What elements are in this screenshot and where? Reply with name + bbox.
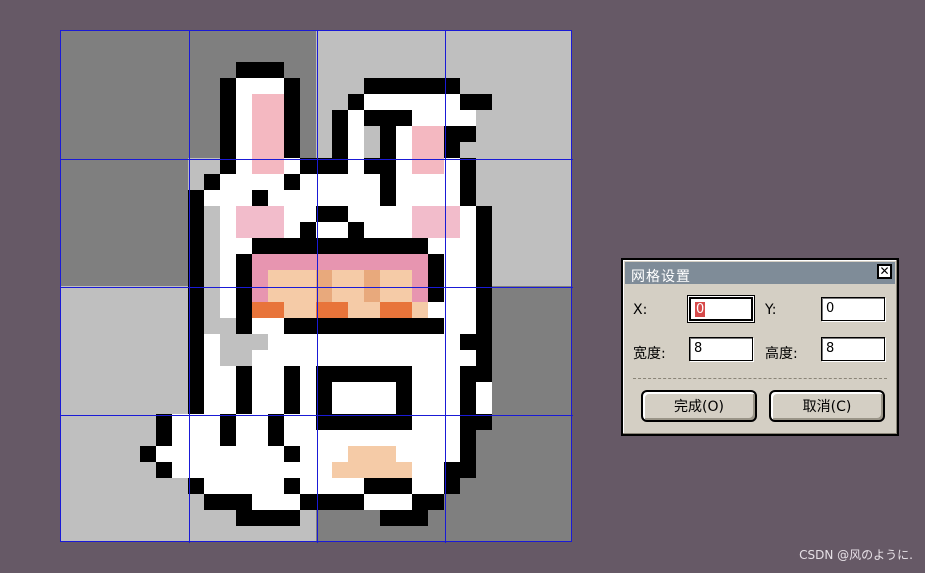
width-field-value: 8 xyxy=(694,341,703,356)
dialog-divider xyxy=(633,378,887,379)
pixel-canvas[interactable] xyxy=(60,30,573,543)
x-field-value: 0 xyxy=(695,302,706,317)
y-label: Y: xyxy=(765,302,777,318)
x-label: X: xyxy=(633,302,648,318)
close-glyph: ✕ xyxy=(879,264,890,278)
dialog-title: 网格设置 xyxy=(631,269,691,285)
width-field[interactable]: 8 xyxy=(689,337,753,361)
grid-overlay xyxy=(60,30,573,543)
y-field[interactable]: 0 xyxy=(821,297,885,321)
grid-line-horizontal xyxy=(61,415,573,416)
close-icon[interactable]: ✕ xyxy=(877,264,892,279)
dialog-titlebar[interactable]: 网格设置 ✕ xyxy=(625,262,895,285)
ok-button-label: 完成(O) xyxy=(674,399,724,415)
grid-line-vertical xyxy=(445,31,446,543)
y-field-value: 0 xyxy=(826,301,835,316)
height-label: 高度: xyxy=(765,346,798,362)
x-field[interactable]: 0 xyxy=(689,297,753,321)
ok-button[interactable]: 完成(O) xyxy=(641,390,757,422)
grid-settings-dialog: 网格设置 ✕ X: 0 Y: 0 宽度: 8 高度: 8 完成(O) 取消(C) xyxy=(621,258,899,436)
width-label: 宽度: xyxy=(633,346,666,362)
watermark: CSDN @风のように. xyxy=(799,548,913,562)
height-field[interactable]: 8 xyxy=(821,337,885,361)
height-field-value: 8 xyxy=(826,341,835,356)
cancel-button[interactable]: 取消(C) xyxy=(769,390,885,422)
grid-line-horizontal xyxy=(61,287,573,288)
cancel-button-label: 取消(C) xyxy=(802,399,852,415)
